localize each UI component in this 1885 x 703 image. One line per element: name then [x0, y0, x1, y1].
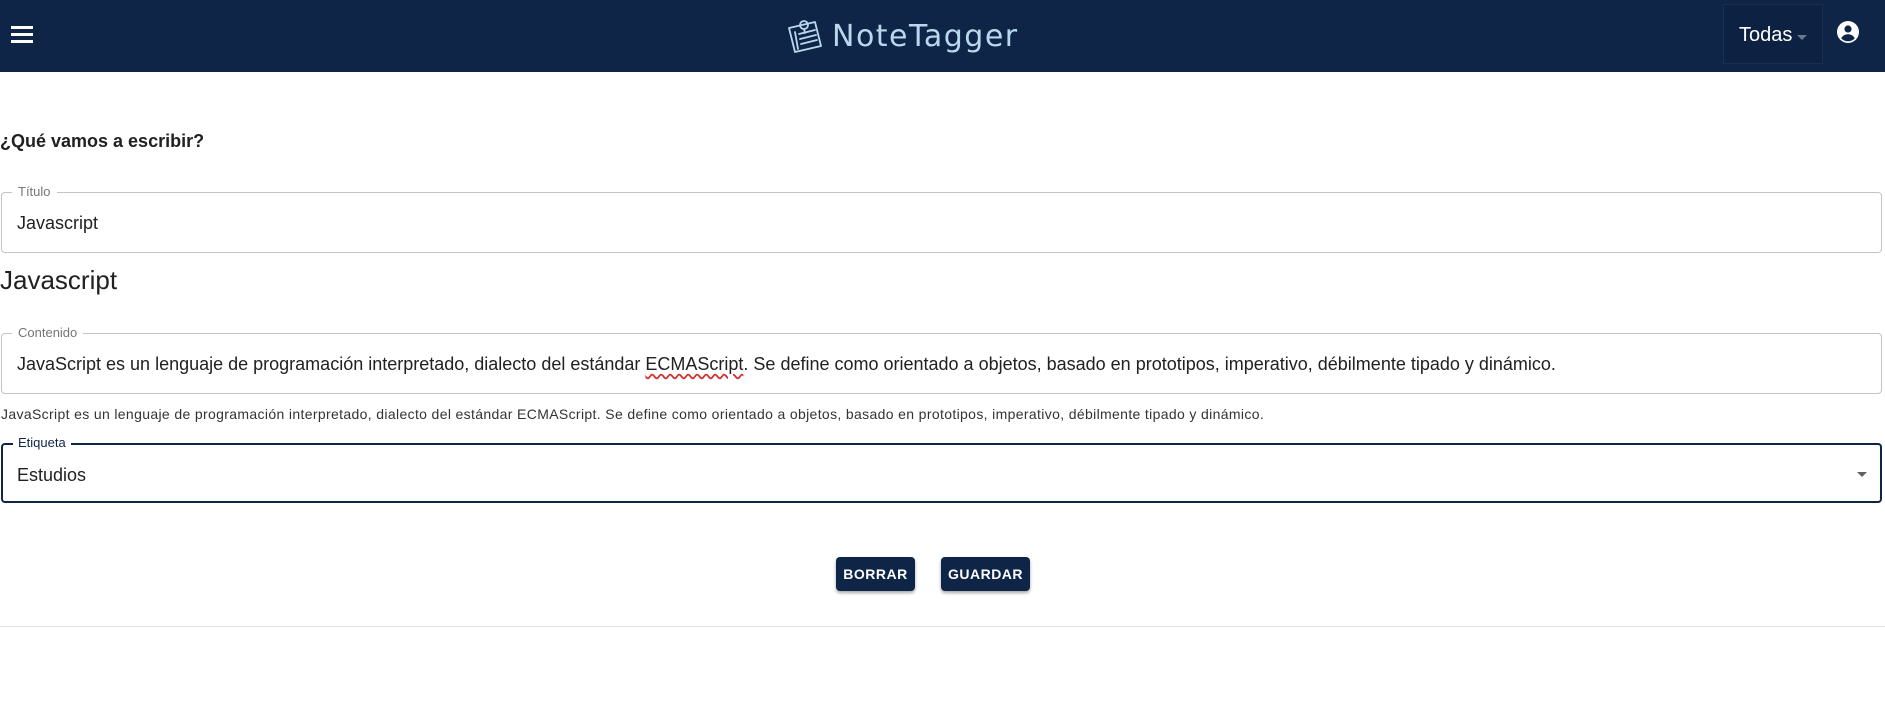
preview-title: Javascript: [0, 265, 118, 295]
title-field-label: Título: [12, 184, 57, 200]
tag-filter-select[interactable]: Todas: [1723, 4, 1823, 64]
delete-button[interactable]: BORRAR: [836, 557, 915, 591]
divider: [0, 626, 1885, 627]
title-field-value: Javascript: [17, 213, 99, 233]
notepad-pin-icon: [788, 20, 822, 53]
tag-select[interactable]: Etiqueta Estudios: [1, 435, 1882, 503]
save-button[interactable]: GUARDAR: [941, 557, 1030, 591]
preview-content: JavaScript es un lenguaje de programació…: [1, 406, 1265, 422]
caret-down-icon: [1857, 472, 1867, 477]
tag-select-label: Etiqueta: [13, 435, 71, 451]
brand: NoteTagger: [784, 14, 1019, 58]
spellcheck-flagged-word: ECMAScript: [645, 354, 744, 374]
hamburger-menu-icon[interactable]: [10, 24, 34, 46]
account-circle-icon[interactable]: [1836, 20, 1860, 44]
caret-down-icon: [1797, 35, 1807, 40]
app-name: NoteTagger: [832, 18, 1019, 54]
content-field[interactable]: Contenido JavaScript es un lenguaje de p…: [1, 325, 1882, 394]
tag-filter-value: Todas: [1739, 24, 1793, 46]
tag-select-value: Estudios: [17, 465, 87, 485]
content-text-end: . Se define como orientado a objetos, ba…: [743, 354, 1556, 374]
content-text-start: JavaScript es un lenguaje de programació…: [17, 354, 646, 374]
app-bar: NoteTagger Todas: [0, 0, 1885, 72]
content-field-label: Contenido: [12, 325, 84, 341]
content-field-value: JavaScript es un lenguaje de programació…: [17, 354, 1556, 375]
title-field[interactable]: Título Javascript: [1, 184, 1882, 253]
form-prompt: ¿Qué vamos a escribir?: [0, 131, 205, 151]
